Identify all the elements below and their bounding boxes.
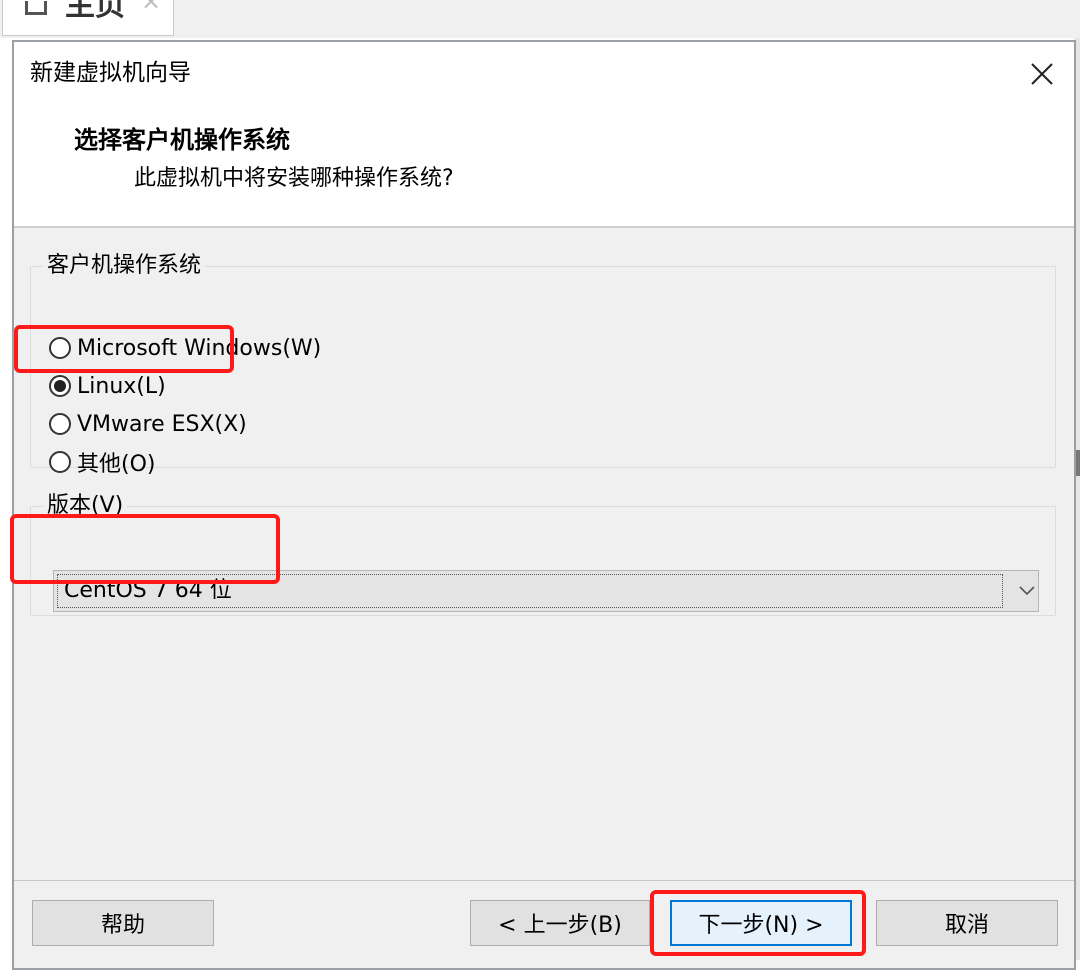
- chevron-down-icon[interactable]: [1016, 571, 1038, 611]
- home-icon: [25, 1, 47, 15]
- guest-os-group: 客户机操作系统 Microsoft Windows(W) Linux(L) VM…: [30, 252, 1056, 477]
- radio-selected-dot: [54, 380, 66, 392]
- radio-vmware-esx[interactable]: VMware ESX(X): [49, 406, 247, 442]
- radio-windows[interactable]: Microsoft Windows(W): [49, 330, 321, 366]
- wizard-header: 选择客户机操作系统 此虚拟机中将安装哪种操作系统?: [14, 104, 1074, 228]
- radio-circle[interactable]: [49, 413, 71, 435]
- radio-other[interactable]: 其他(O): [49, 444, 155, 480]
- next-button[interactable]: 下一步(N) >: [670, 900, 852, 946]
- dialog-titlebar: 新建虚拟机向导: [14, 42, 1074, 104]
- radio-circle[interactable]: [49, 337, 71, 359]
- close-icon[interactable]: [1020, 52, 1064, 96]
- guest-os-legend: 客户机操作系统: [47, 253, 202, 278]
- page-title: 选择客户机操作系统: [74, 126, 290, 154]
- version-legend: 版本(V): [47, 493, 124, 518]
- version-selected-value: CentOS 7 64 位: [64, 578, 232, 603]
- radio-linux[interactable]: Linux(L): [49, 368, 166, 404]
- tab-home-label: 主页: [65, 0, 125, 23]
- tab-close-icon[interactable]: ×: [141, 0, 161, 13]
- radio-circle[interactable]: [49, 451, 71, 473]
- version-dropdown[interactable]: CentOS 7 64 位: [53, 570, 1039, 612]
- radio-circle-selected[interactable]: [49, 375, 71, 397]
- help-button[interactable]: 帮助: [32, 900, 214, 946]
- back-button[interactable]: < 上一步(B): [470, 900, 650, 946]
- radio-other-label: 其他(O): [77, 452, 156, 477]
- tab-strip: 主页 ×: [0, 0, 1080, 38]
- page-subtitle: 此虚拟机中将安装哪种操作系统?: [134, 166, 454, 191]
- tab-home[interactable]: 主页 ×: [2, 0, 174, 36]
- button-bar-divider: [14, 880, 1074, 881]
- radio-windows-label: Microsoft Windows(W): [77, 335, 322, 361]
- radio-linux-label: Linux(L): [77, 373, 166, 399]
- radio-vmware-esx-label: VMware ESX(X): [77, 411, 247, 437]
- new-vm-wizard-dialog: 新建虚拟机向导 选择客户机操作系统 此虚拟机中将安装哪种操作系统? 客户机操作系…: [12, 40, 1076, 970]
- version-group: 版本(V) CentOS 7 64 位: [30, 492, 1056, 616]
- dialog-title: 新建虚拟机向导: [30, 60, 191, 86]
- cancel-button[interactable]: 取消: [876, 900, 1058, 946]
